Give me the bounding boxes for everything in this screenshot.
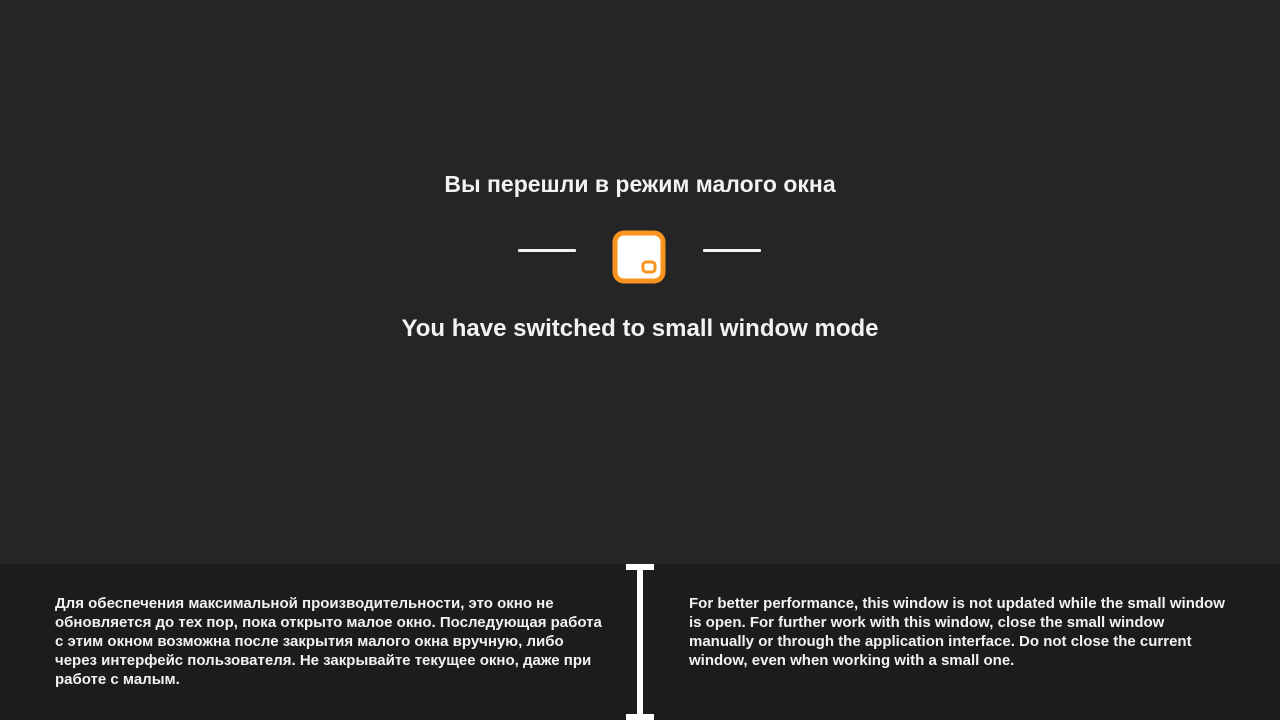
footer-text-english: For better performance, this window is n…: [689, 595, 1225, 669]
title-english: You have switched to small window mode: [401, 315, 879, 342]
small-window-mode-screen: Вы перешли в режим малого окна You have …: [0, 0, 1280, 720]
small-window-icon: [612, 230, 666, 284]
footer-panel: Для обеспечения максимальной производите…: [0, 564, 1280, 720]
main-panel: Вы перешли в режим малого окна You have …: [0, 0, 1280, 564]
left-dash-decoration: [518, 249, 576, 252]
title-russian: Вы перешли в режим малого окна: [444, 171, 836, 197]
right-dash-decoration: [703, 249, 761, 252]
footer-text-russian: Для обеспечения максимальной производите…: [55, 595, 602, 688]
divider-icon: [626, 564, 654, 720]
